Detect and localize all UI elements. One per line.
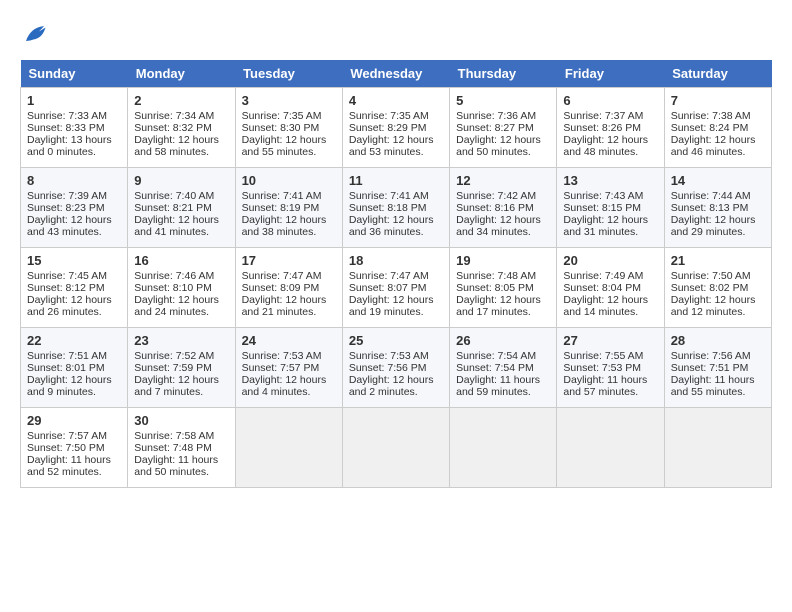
day-cell-12: 12Sunrise: 7:42 AMSunset: 8:16 PMDayligh… bbox=[450, 168, 557, 248]
day-cell-7: 7Sunrise: 7:38 AMSunset: 8:24 PMDaylight… bbox=[664, 88, 771, 168]
day-cell-18: 18Sunrise: 7:47 AMSunset: 8:07 PMDayligh… bbox=[342, 248, 449, 328]
header-saturday: Saturday bbox=[664, 60, 771, 88]
empty-cell bbox=[664, 408, 771, 488]
day-cell-4: 4Sunrise: 7:35 AMSunset: 8:29 PMDaylight… bbox=[342, 88, 449, 168]
calendar-table: Sunday Monday Tuesday Wednesday Thursday… bbox=[20, 60, 772, 488]
page-header bbox=[20, 20, 772, 50]
day-cell-16: 16Sunrise: 7:46 AMSunset: 8:10 PMDayligh… bbox=[128, 248, 235, 328]
calendar-week-row: 8Sunrise: 7:39 AMSunset: 8:23 PMDaylight… bbox=[21, 168, 772, 248]
day-cell-1: 1Sunrise: 7:33 AMSunset: 8:33 PMDaylight… bbox=[21, 88, 128, 168]
logo-icon bbox=[20, 20, 50, 50]
day-cell-5: 5Sunrise: 7:36 AMSunset: 8:27 PMDaylight… bbox=[450, 88, 557, 168]
header-sunday: Sunday bbox=[21, 60, 128, 88]
calendar-week-row: 15Sunrise: 7:45 AMSunset: 8:12 PMDayligh… bbox=[21, 248, 772, 328]
day-cell-22: 22Sunrise: 7:51 AMSunset: 8:01 PMDayligh… bbox=[21, 328, 128, 408]
day-cell-17: 17Sunrise: 7:47 AMSunset: 8:09 PMDayligh… bbox=[235, 248, 342, 328]
day-cell-23: 23Sunrise: 7:52 AMSunset: 7:59 PMDayligh… bbox=[128, 328, 235, 408]
header-thursday: Thursday bbox=[450, 60, 557, 88]
day-cell-3: 3Sunrise: 7:35 AMSunset: 8:30 PMDaylight… bbox=[235, 88, 342, 168]
logo bbox=[20, 20, 55, 50]
day-cell-19: 19Sunrise: 7:48 AMSunset: 8:05 PMDayligh… bbox=[450, 248, 557, 328]
day-cell-20: 20Sunrise: 7:49 AMSunset: 8:04 PMDayligh… bbox=[557, 248, 664, 328]
weekday-header-row: Sunday Monday Tuesday Wednesday Thursday… bbox=[21, 60, 772, 88]
day-cell-2: 2Sunrise: 7:34 AMSunset: 8:32 PMDaylight… bbox=[128, 88, 235, 168]
day-cell-13: 13Sunrise: 7:43 AMSunset: 8:15 PMDayligh… bbox=[557, 168, 664, 248]
day-cell-26: 26Sunrise: 7:54 AMSunset: 7:54 PMDayligh… bbox=[450, 328, 557, 408]
header-wednesday: Wednesday bbox=[342, 60, 449, 88]
day-cell-11: 11Sunrise: 7:41 AMSunset: 8:18 PMDayligh… bbox=[342, 168, 449, 248]
day-cell-24: 24Sunrise: 7:53 AMSunset: 7:57 PMDayligh… bbox=[235, 328, 342, 408]
calendar-week-row: 22Sunrise: 7:51 AMSunset: 8:01 PMDayligh… bbox=[21, 328, 772, 408]
empty-cell bbox=[557, 408, 664, 488]
header-monday: Monday bbox=[128, 60, 235, 88]
day-cell-21: 21Sunrise: 7:50 AMSunset: 8:02 PMDayligh… bbox=[664, 248, 771, 328]
empty-cell bbox=[342, 408, 449, 488]
day-cell-15: 15Sunrise: 7:45 AMSunset: 8:12 PMDayligh… bbox=[21, 248, 128, 328]
calendar-week-row: 1Sunrise: 7:33 AMSunset: 8:33 PMDaylight… bbox=[21, 88, 772, 168]
day-cell-9: 9Sunrise: 7:40 AMSunset: 8:21 PMDaylight… bbox=[128, 168, 235, 248]
empty-cell bbox=[450, 408, 557, 488]
day-cell-27: 27Sunrise: 7:55 AMSunset: 7:53 PMDayligh… bbox=[557, 328, 664, 408]
day-cell-28: 28Sunrise: 7:56 AMSunset: 7:51 PMDayligh… bbox=[664, 328, 771, 408]
day-cell-25: 25Sunrise: 7:53 AMSunset: 7:56 PMDayligh… bbox=[342, 328, 449, 408]
header-friday: Friday bbox=[557, 60, 664, 88]
calendar-week-row: 29Sunrise: 7:57 AMSunset: 7:50 PMDayligh… bbox=[21, 408, 772, 488]
header-tuesday: Tuesday bbox=[235, 60, 342, 88]
day-cell-10: 10Sunrise: 7:41 AMSunset: 8:19 PMDayligh… bbox=[235, 168, 342, 248]
day-cell-6: 6Sunrise: 7:37 AMSunset: 8:26 PMDaylight… bbox=[557, 88, 664, 168]
day-cell-30: 30Sunrise: 7:58 AMSunset: 7:48 PMDayligh… bbox=[128, 408, 235, 488]
empty-cell bbox=[235, 408, 342, 488]
day-cell-29: 29Sunrise: 7:57 AMSunset: 7:50 PMDayligh… bbox=[21, 408, 128, 488]
day-cell-8: 8Sunrise: 7:39 AMSunset: 8:23 PMDaylight… bbox=[21, 168, 128, 248]
day-cell-14: 14Sunrise: 7:44 AMSunset: 8:13 PMDayligh… bbox=[664, 168, 771, 248]
